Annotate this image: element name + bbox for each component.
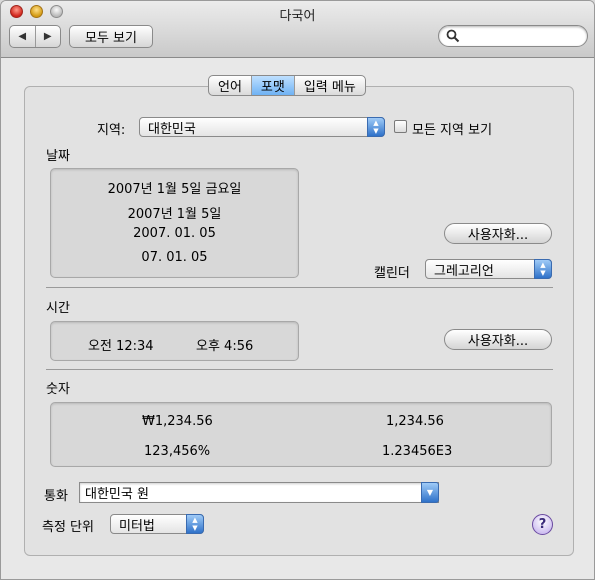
- region-popup[interactable]: 대한민국 ▲ ▼: [139, 117, 385, 137]
- dates-section-label: 날짜: [46, 149, 70, 164]
- number-examples-box: ₩1,234.56 1,234.56 123,456% 1.23456E3: [50, 402, 552, 467]
- date-example-full: 2007년 1월 5일 금요일: [107, 182, 242, 197]
- currency-value: 대한민국 원: [85, 487, 149, 502]
- customize-times-button[interactable]: 사용자화...: [444, 329, 552, 350]
- time-examples-box: 오전 12:34 오후 4:56: [50, 321, 299, 361]
- number-example-scientific: 1.23456E3: [382, 444, 453, 459]
- currency-label: 통화: [44, 489, 68, 504]
- time-example-am: 오전 12:34: [88, 339, 154, 354]
- calendar-label: 캘린더: [374, 266, 410, 281]
- customize-dates-button[interactable]: 사용자화...: [444, 223, 552, 244]
- back-button[interactable]: ◀: [10, 26, 35, 47]
- time-example-pm: 오후 4:56: [196, 339, 254, 354]
- forward-button[interactable]: ▶: [34, 26, 61, 47]
- tab-input-menu[interactable]: 입력 메뉴: [293, 76, 365, 95]
- region-label: 지역:: [97, 123, 126, 138]
- chevron-down-icon[interactable]: ▼: [421, 482, 439, 503]
- help-button[interactable]: ?: [532, 514, 553, 535]
- calendar-popup[interactable]: 그레고리언 ▲ ▼: [425, 259, 552, 279]
- divider: [46, 369, 553, 370]
- divider: [46, 287, 553, 288]
- search-field[interactable]: [438, 25, 588, 47]
- window-title: 다국어: [279, 9, 316, 24]
- date-example-medium: 2007. 01. 05: [133, 226, 216, 241]
- currency-combo-box[interactable]: 대한민국 원 ▼: [79, 482, 439, 503]
- title-bar: 다국어 ◀ ▶ 모두 보기: [1, 1, 594, 58]
- show-all-regions-checkbox[interactable]: [394, 120, 407, 133]
- region-value: 대한민국: [148, 121, 196, 137]
- date-example-long: 2007년 1월 5일: [127, 207, 222, 222]
- date-example-short: 07. 01. 05: [141, 250, 208, 265]
- back-forward-control: ◀ ▶: [9, 25, 61, 48]
- search-icon: [446, 29, 460, 43]
- measurement-units-label: 측정 단위: [42, 520, 94, 535]
- measurement-units-popup[interactable]: 미터법 ▲ ▼: [110, 514, 204, 534]
- number-example-currency: ₩1,234.56: [142, 414, 213, 429]
- calendar-value: 그레고리언: [434, 263, 494, 279]
- show-all-button[interactable]: 모두 보기: [69, 25, 153, 48]
- date-examples-box: 2007년 1월 5일 금요일 2007년 1월 5일 2007. 01. 05…: [50, 168, 299, 278]
- numbers-section-label: 숫자: [46, 382, 70, 397]
- show-all-regions-label: 모든 지역 보기: [412, 123, 493, 138]
- popup-arrows-icon: ▲ ▼: [367, 117, 385, 137]
- tab-language[interactable]: 언어: [209, 76, 251, 95]
- popup-arrows-icon: ▲ ▼: [186, 514, 204, 534]
- preferences-window: 다국어 ◀ ▶ 모두 보기 언어 포맷 입력 메뉴 지역: 대한민국 ▲ ▼ 모든…: [0, 0, 595, 580]
- tab-bar: 언어 포맷 입력 메뉴: [208, 75, 366, 96]
- popup-arrows-icon: ▲ ▼: [534, 259, 552, 279]
- tab-formats[interactable]: 포맷: [250, 76, 294, 95]
- number-example-percent: 123,456%: [144, 444, 211, 459]
- measurement-units-value: 미터법: [119, 518, 155, 534]
- times-section-label: 시간: [46, 301, 70, 316]
- number-example-decimal: 1,234.56: [386, 414, 444, 429]
